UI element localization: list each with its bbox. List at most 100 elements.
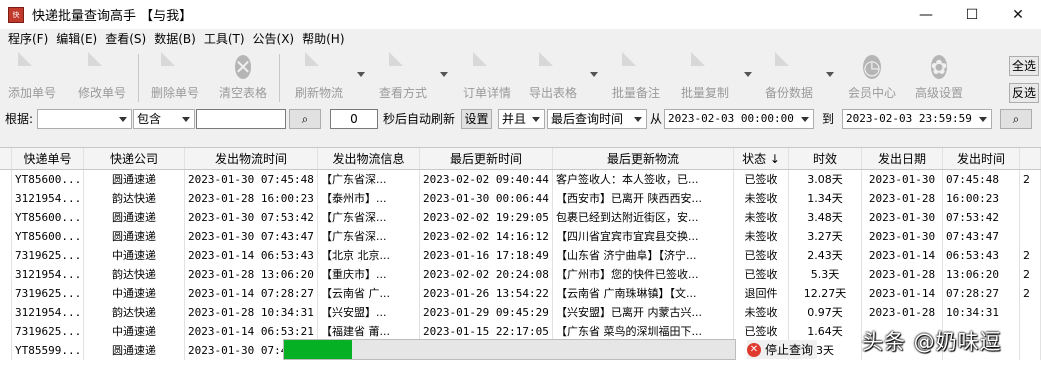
cell-last-update-time: 2023-01-29 09:45:29 [420, 303, 553, 322]
table-row[interactable]: YT85600... 圆通速递 2023-01-30 07:43:47 【广东省深..… [0, 227, 1041, 246]
filter-operator-select[interactable]: 包含 [133, 109, 195, 129]
cell-send-info: 【广东省深... [318, 227, 420, 246]
cell-send-clock: 07:43:47 [943, 227, 1020, 246]
gear-icon: ✿ [930, 55, 948, 79]
select-all-button[interactable]: 全选 [1009, 56, 1039, 76]
backup-data-button[interactable]: 备份数据 [760, 52, 818, 104]
header-send-clock[interactable]: 发出时间 [943, 148, 1020, 169]
refresh-document-icon [304, 52, 334, 82]
table-row[interactable]: YT85600... 圆通速递 2023-01-30 07:53:42 【广东省深..… [0, 208, 1041, 227]
clear-table-button[interactable]: ✕ 清空表格 [214, 52, 272, 104]
cell-tracking-no: 7319625... [12, 284, 84, 303]
export-table-button[interactable]: 导出表格 [524, 52, 582, 104]
logic-value: 并且 [502, 112, 527, 126]
cell-last-update-info: 【广州市】您的快件已签收... [553, 265, 734, 284]
header-last-update-info[interactable]: 最后更新物流 [553, 148, 734, 169]
cell-overflow [1020, 322, 1041, 341]
cell-last-update-info: 【西安市】已离开 陕西西安... [553, 189, 734, 208]
view-dropdown-arrow[interactable] [440, 72, 448, 77]
cell-send-info: 【广东省深... [318, 208, 420, 227]
table-row[interactable]: 3121954... 韵达快递 2023-01-28 16:00:23 【泰州市】..… [0, 189, 1041, 208]
header-status[interactable]: 状态 ↓ [734, 148, 789, 169]
auto-refresh-label: 秒后自动刷新 [383, 112, 456, 126]
from-datetime-picker[interactable]: 2023-02-03 00:00:00 [664, 109, 814, 129]
to-label: 到 [822, 112, 835, 126]
view-document-icon [388, 52, 418, 82]
cell-last-update-time: 2023-02-02 20:24:08 [420, 265, 553, 284]
table-row[interactable]: 7319625... 中通速递 2023-01-14 07:28:27 【云南省 广.… [0, 284, 1041, 303]
header-courier[interactable]: 快递公司 [84, 148, 185, 169]
row-indicator [0, 322, 12, 341]
menu-help[interactable]: 帮助(H) [298, 30, 348, 47]
minimize-button[interactable]: — [903, 0, 949, 29]
cell-overflow [1020, 303, 1041, 322]
edit-order-button[interactable]: 修改单号 [74, 52, 130, 104]
header-send-date[interactable]: 发出日期 [862, 148, 943, 169]
table-row[interactable]: 7319625... 中通速递 2023-01-14 06:53:43 【北京 北京.… [0, 246, 1041, 265]
stop-query-button[interactable]: ✕ 停止查询 [747, 340, 818, 359]
date-search-button[interactable]: ⌕ [1000, 109, 1032, 129]
cell-tracking-no: 3121954... [12, 303, 84, 322]
header-send-time[interactable]: 发出物流时间 [185, 148, 318, 169]
table-row[interactable]: 3121954... 韵达快递 2023-01-28 10:34:31 【兴安盟】..… [0, 303, 1041, 322]
logic-select[interactable]: 并且 [498, 109, 545, 129]
cell-send-info: 【兴安盟】... [318, 303, 420, 322]
menu-tools[interactable]: 工具(T) [200, 30, 249, 47]
cell-courier: 圆通速递 [84, 208, 185, 227]
cell-send-time: 2023-01-30 07:43:47 [185, 227, 318, 246]
filter-keyword-input[interactable] [196, 109, 286, 129]
filter-field-select[interactable] [37, 109, 132, 129]
invert-selection-button[interactable]: 反选 [1009, 83, 1039, 103]
cell-send-clock: 13:06:20 [943, 265, 1020, 284]
cell-send-date: 2023-01-14 [862, 246, 943, 265]
cell-send-date: 2023-01-30 [862, 208, 943, 227]
chevron-down-icon [115, 110, 131, 128]
menu-edit[interactable]: 编辑(E) [52, 30, 101, 47]
set-button[interactable]: 设置 [461, 109, 492, 129]
backup-dropdown-arrow[interactable] [826, 72, 834, 77]
member-center-button[interactable]: ◷ 会员中心 [843, 52, 901, 104]
table-header-row: 快递单号 快递公司 发出物流时间 发出物流信息 最后更新时间 最后更新物流 状态… [0, 148, 1041, 170]
batch-note-button[interactable]: 批量备注 [607, 52, 665, 104]
refresh-dropdown-arrow[interactable] [357, 72, 365, 77]
batch-copy-button[interactable]: 批量复制 [676, 52, 734, 104]
view-mode-button[interactable]: 查看方式 [374, 52, 432, 104]
cell-courier: 圆通速递 [84, 170, 185, 189]
cell-overflow [1020, 227, 1041, 246]
cell-send-info: 【云南省 广... [318, 284, 420, 303]
filter-bar: 根据: 包含 ⌕ 0 秒后自动刷新 设置 并且 最后查询时间 从 2023-02… [0, 106, 1041, 132]
maximize-button[interactable]: ☐ [949, 0, 995, 29]
export-dropdown-arrow[interactable] [590, 72, 598, 77]
menu-data[interactable]: 数据(B) [150, 30, 200, 47]
to-datetime-picker[interactable]: 2023-02-03 23:59:59 [842, 109, 992, 129]
copy-dropdown-arrow[interactable] [744, 72, 752, 77]
order-detail-button[interactable]: 订单详情 [458, 52, 516, 104]
table-row[interactable]: 3121954... 韵达快递 2023-01-28 13:06:20 【重庆市】..… [0, 265, 1041, 284]
header-tracking-no[interactable]: 快递单号 [12, 148, 84, 169]
advanced-settings-button[interactable]: ✿ 高级设置 [910, 52, 968, 104]
row-indicator-header [0, 148, 12, 169]
add-order-button[interactable]: 添加单号 [4, 52, 60, 104]
cell-overflow [1020, 341, 1041, 360]
close-button[interactable]: ✕ [995, 0, 1041, 29]
refresh-logistics-button[interactable]: 刷新物流 [290, 52, 348, 104]
refresh-interval-input[interactable]: 0 [330, 109, 378, 129]
cell-last-update-info: 【云南省 广南珠琳镇】【文... [553, 284, 734, 303]
search-button[interactable]: ⌕ [289, 109, 321, 129]
header-last-update-time[interactable]: 最后更新时间 [420, 148, 553, 169]
cell-tracking-no: 3121954... [12, 265, 84, 284]
table-row[interactable]: YT85600... 圆通速递 2023-01-30 07:45:48 【广东省深..… [0, 170, 1041, 189]
header-send-info[interactable]: 发出物流信息 [318, 148, 420, 169]
cell-send-time: 2023-01-28 13:06:20 [185, 265, 318, 284]
menu-view[interactable]: 查看(S) [101, 30, 150, 47]
query-progress-bar [283, 339, 736, 360]
delete-order-button[interactable]: 删除单号 [146, 52, 204, 104]
window-title: 快递批量查询高手 【与我】 [32, 9, 193, 24]
header-duration[interactable]: 时效 [789, 148, 862, 169]
cell-courier: 中通速递 [84, 322, 185, 341]
time-field-select[interactable]: 最后查询时间 [547, 109, 647, 129]
stop-query-label: 停止查询 [765, 343, 814, 357]
menu-program[interactable]: 程序(F) [4, 30, 52, 47]
search-icon: ⌕ [301, 112, 309, 126]
menu-notice[interactable]: 公告(X) [249, 30, 299, 47]
